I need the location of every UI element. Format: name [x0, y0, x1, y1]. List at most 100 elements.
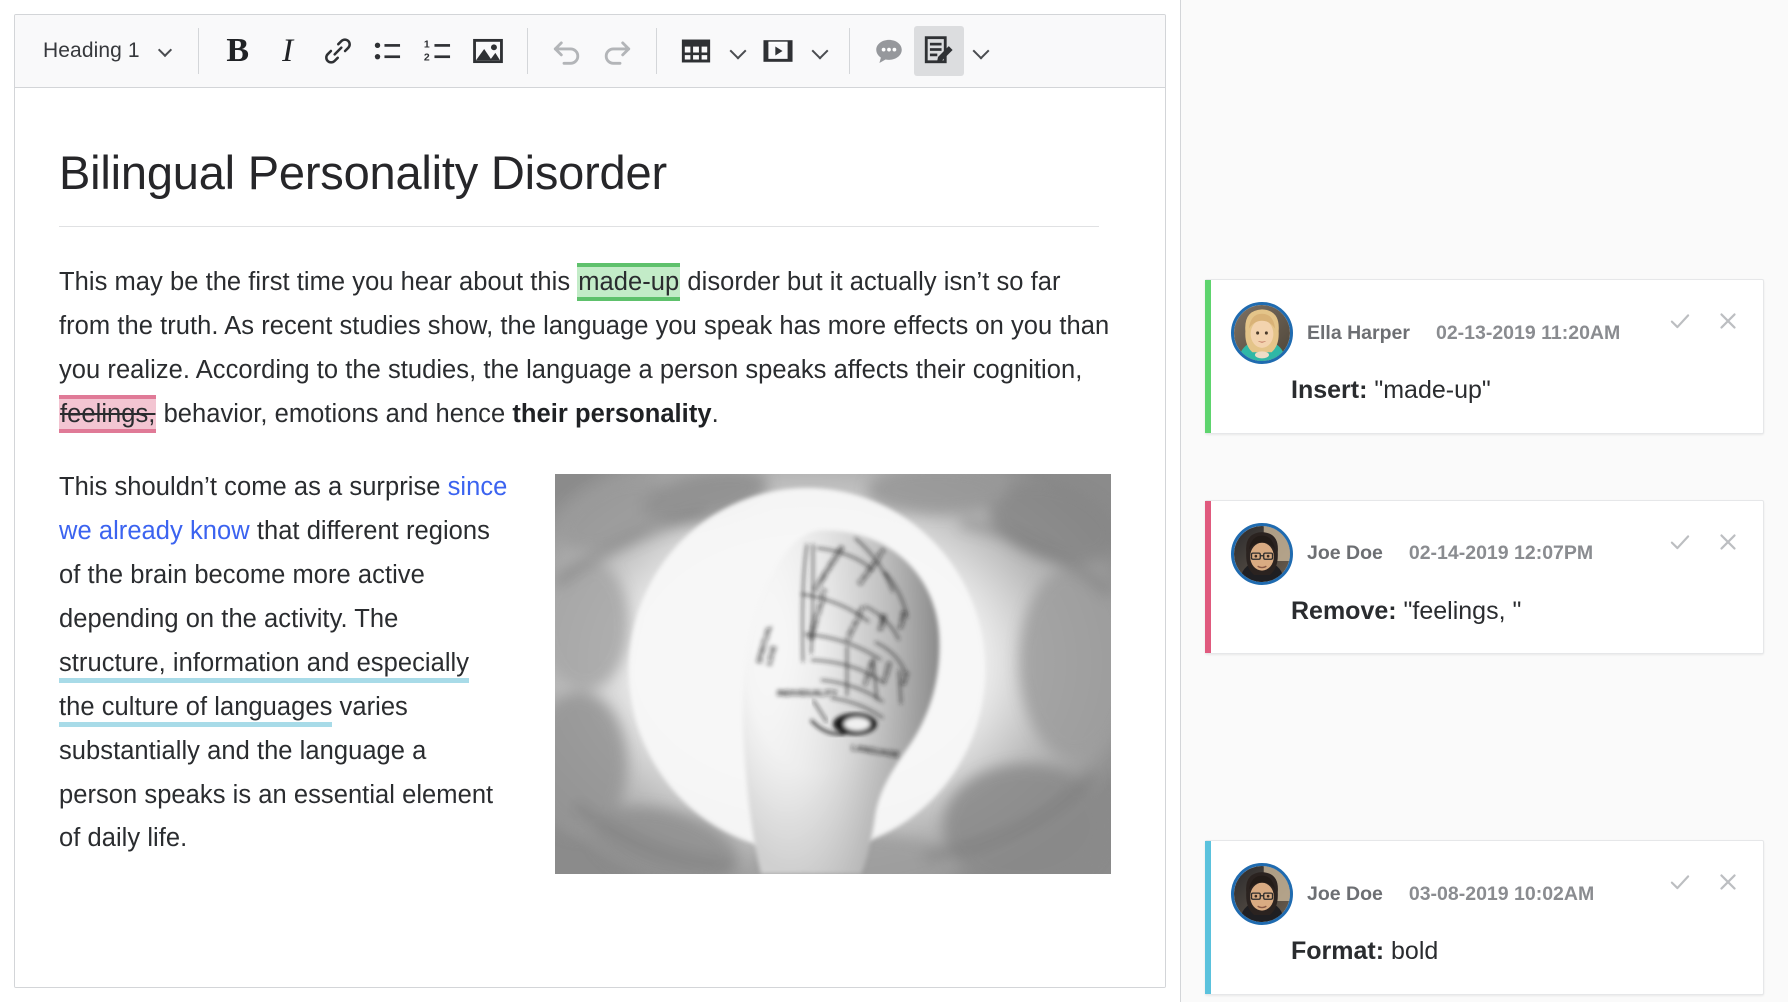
track-change-card[interactable]: Ella Harper 02-13-2019 11:20AM Insert: "…: [1205, 279, 1764, 434]
avatar: [1231, 302, 1293, 364]
track-change-card[interactable]: Joe Doe 03-08-2019 10:02AM Format: bold: [1205, 840, 1764, 995]
image-icon: [472, 38, 503, 64]
svg-text:INDIVIDUALITY: INDIVIDUALITY: [777, 689, 838, 698]
chevron-down-icon: [730, 43, 746, 59]
svg-text:1: 1: [423, 40, 429, 51]
reject-change-button[interactable]: [1711, 525, 1745, 559]
insert-table-button[interactable]: [671, 26, 721, 76]
comment-button[interactable]: [864, 26, 914, 76]
change-description: Remove: "feelings, ": [1231, 595, 1745, 628]
reject-change-button[interactable]: [1711, 304, 1745, 338]
change-description: Format: bold: [1231, 935, 1745, 968]
card-actions: [1663, 523, 1745, 559]
phrenology-head-image[interactable]: SPIRITUAL LOVE COMPARISON CAUSALITY EVEN…: [555, 474, 1111, 875]
accept-icon: [1670, 875, 1690, 890]
paragraph-style-dropdown[interactable]: Heading 1: [23, 29, 184, 73]
insert-media-button[interactable]: [753, 26, 803, 76]
editor-pane: Heading 1 B I 1 2 Bilingual Personality …: [0, 0, 1180, 1002]
svg-text:2: 2: [423, 52, 429, 63]
document-paragraph-2: SPIRITUAL LOVE COMPARISON CAUSALITY EVEN…: [59, 466, 1111, 884]
editor-toolbar: Heading 1 B I 1 2: [15, 15, 1165, 88]
card-actions: [1663, 863, 1745, 899]
reject-change-button[interactable]: [1711, 865, 1745, 899]
change-action-label: Format:: [1291, 937, 1385, 965]
tracked-deletion-highlight[interactable]: feelings,: [59, 394, 157, 433]
comment-timestamp: 02-14-2019 12:07PM: [1408, 542, 1594, 564]
paragraph-style-label: Heading 1: [43, 39, 140, 62]
bullet-list-button[interactable]: [363, 26, 413, 76]
avatar-image-joe-doe: [1234, 525, 1290, 582]
page-title: Bilingual Personality Disorder: [59, 146, 1099, 228]
bold-button[interactable]: B: [213, 26, 263, 76]
editor-frame: Heading 1 B I 1 2 Bilingual Personality …: [14, 14, 1166, 988]
reject-icon: [1720, 533, 1736, 550]
toolbar-divider: [197, 28, 199, 74]
document-paragraph-1: This may be the first time you hear abou…: [59, 261, 1111, 436]
card-actions: [1663, 302, 1745, 338]
link-icon: [324, 38, 351, 64]
video-icon: [763, 40, 793, 62]
accept-change-button[interactable]: [1663, 525, 1697, 559]
numbered-list-button[interactable]: 1 2: [413, 26, 463, 76]
table-icon: [681, 39, 710, 63]
paragraph1-text-part-3: behavior, emotions and hence: [156, 399, 513, 428]
track-changes-button[interactable]: [913, 26, 964, 76]
italic-icon: I: [282, 32, 294, 69]
bold-icon: B: [226, 32, 249, 69]
comment-timestamp: 03-08-2019 10:02AM: [1408, 882, 1595, 905]
change-action-label: Insert:: [1291, 376, 1368, 404]
comment-author: Joe Doe: [1307, 542, 1383, 564]
accept-change-button[interactable]: [1663, 304, 1697, 338]
italic-button[interactable]: I: [263, 26, 313, 76]
track-change-card[interactable]: Joe Doe 02-14-2019 12:07PM Remove: "feel…: [1205, 499, 1764, 654]
bullet-list-icon: [374, 42, 400, 60]
card-header: Joe Doe 03-08-2019 10:02AM: [1231, 863, 1745, 925]
reject-icon: [1720, 874, 1736, 890]
phrenology-head-illustration: SPIRITUAL LOVE COMPARISON CAUSALITY EVEN…: [555, 474, 1111, 875]
reject-icon: [1720, 313, 1736, 329]
avatar-image-joe-doe: [1234, 866, 1290, 922]
redo-icon: [604, 41, 630, 65]
comment-bubble-icon: [875, 39, 902, 63]
change-action-value: "made-up": [1367, 376, 1491, 404]
change-description: Insert: "made-up": [1231, 374, 1745, 407]
insert-image-button[interactable]: [463, 26, 513, 76]
track-changes-sidebar: Ella Harper 02-13-2019 11:20AM Insert: "…: [1180, 0, 1788, 1002]
accept-icon: [1670, 314, 1690, 329]
change-action-label: Remove:: [1291, 596, 1397, 625]
document-canvas[interactable]: Bilingual Personality Disorder This may …: [15, 88, 1165, 987]
tracked-insertion-highlight[interactable]: made-up: [577, 263, 681, 302]
rich-text-editor-app: Heading 1 B I 1 2 Bilingual Personality …: [0, 0, 1788, 1002]
toolbar-divider: [526, 28, 528, 74]
change-action-value: "feelings, ": [1396, 596, 1522, 625]
avatar-image-ella-harper: [1234, 305, 1290, 361]
chevron-down-icon: [158, 43, 174, 59]
accept-change-button[interactable]: [1663, 865, 1697, 899]
chevron-down-icon: [973, 43, 989, 59]
table-options-caret[interactable]: [723, 26, 753, 76]
track-changes-icon: [924, 36, 953, 64]
numbered-list-icon: 1 2: [423, 40, 450, 63]
card-header: Joe Doe 02-14-2019 12:07PM: [1231, 522, 1745, 585]
accept-icon: [1670, 534, 1690, 549]
link-button[interactable]: [313, 26, 363, 76]
redo-button[interactable]: [592, 26, 642, 76]
undo-button[interactable]: [542, 26, 592, 76]
comment-author: Ella Harper: [1307, 321, 1410, 344]
paragraph2-text-part-1: This shouldn’t come as a surprise: [59, 473, 448, 502]
chevron-down-icon: [812, 43, 828, 59]
toolbar-divider: [655, 28, 657, 74]
comment-timestamp: 02-13-2019 11:20AM: [1435, 321, 1621, 344]
avatar: [1231, 863, 1293, 925]
comment-author: Joe Doe: [1307, 882, 1383, 905]
table-button-group: [671, 26, 753, 76]
bold-text-run: their personality: [512, 399, 712, 428]
paragraph1-text-part-4: .: [711, 399, 719, 428]
paragraph1-text-part-1: This may be the first time you hear abou…: [59, 268, 578, 297]
track-changes-options-caret[interactable]: [966, 26, 996, 76]
toolbar-divider: [848, 28, 850, 74]
card-header: Ella Harper 02-13-2019 11:20AM: [1231, 302, 1745, 364]
media-options-caret[interactable]: [805, 26, 835, 76]
undo-icon: [553, 41, 579, 65]
change-action-value: bold: [1384, 937, 1439, 965]
